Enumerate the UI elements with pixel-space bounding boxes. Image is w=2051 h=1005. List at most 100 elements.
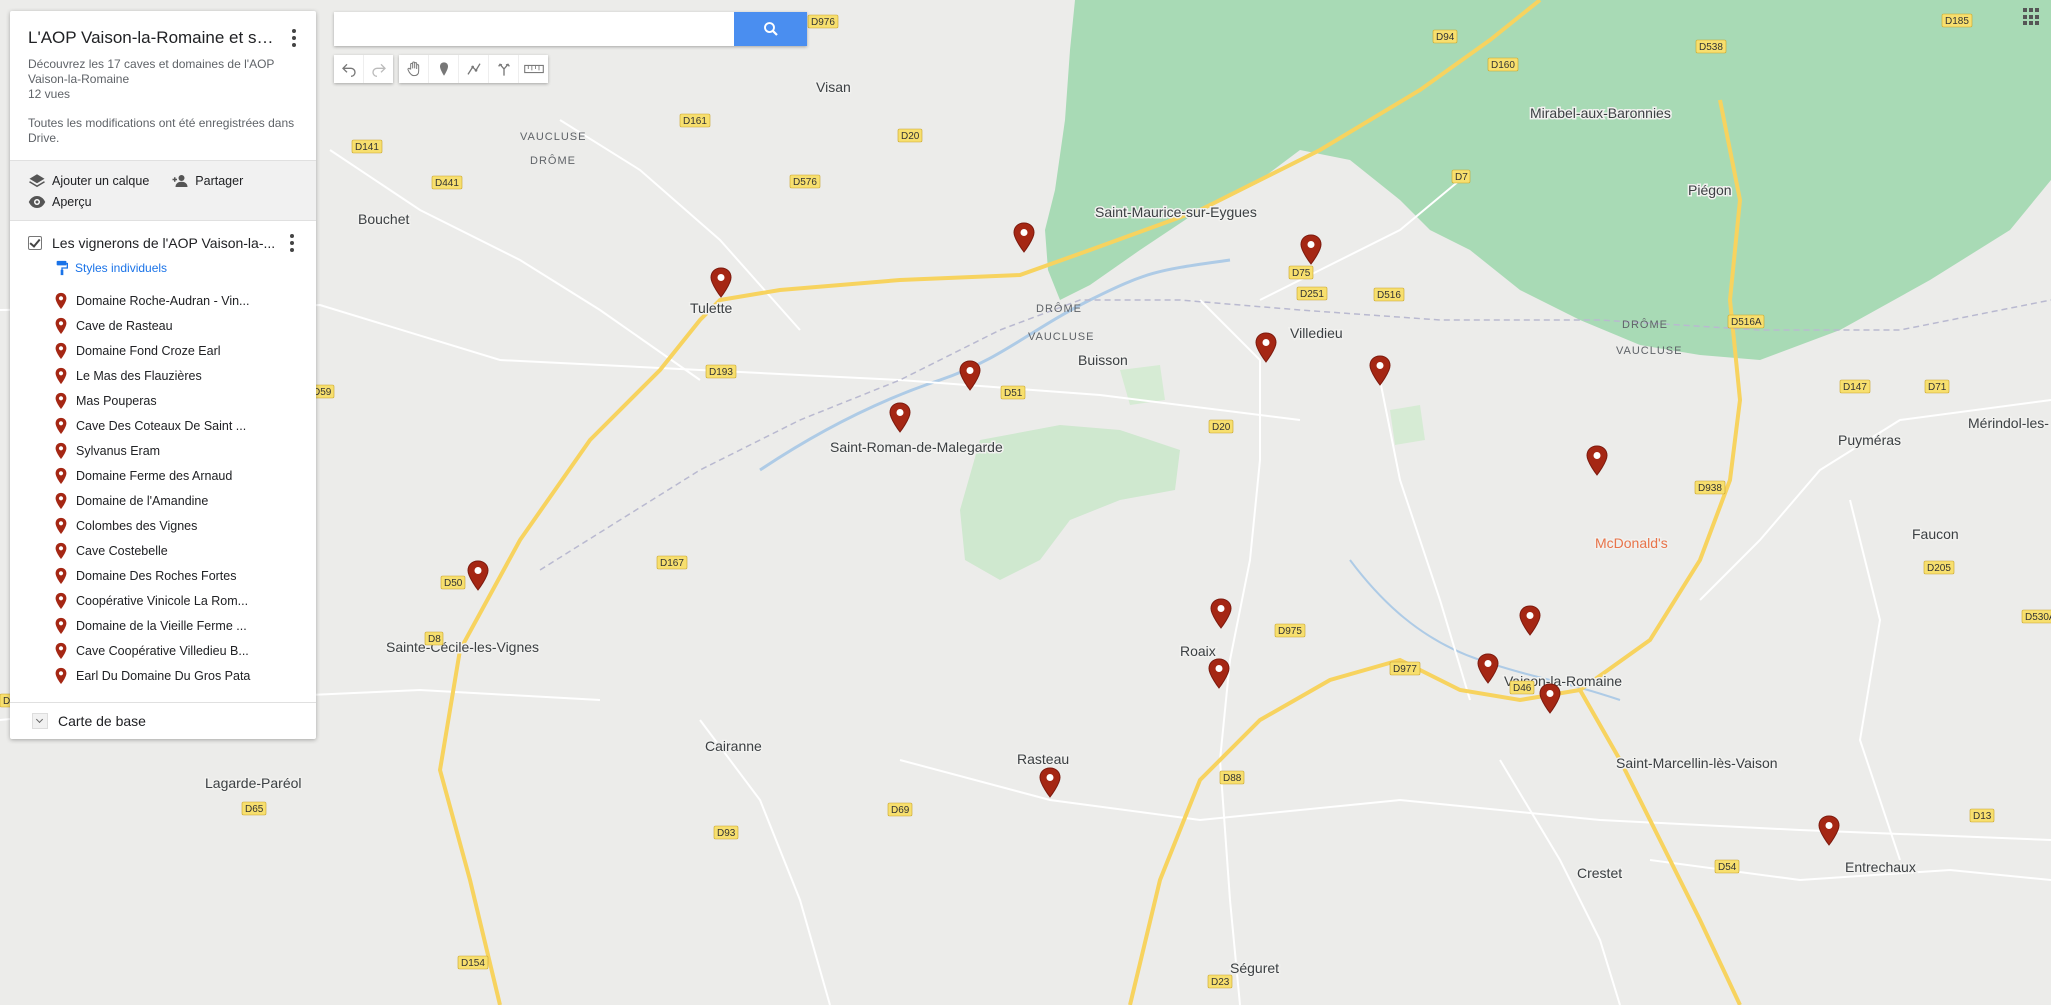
map-marker-icon — [55, 292, 67, 309]
road-shield: D20 — [897, 128, 923, 143]
add-marker-button[interactable] — [429, 55, 459, 83]
svg-text:DRÔME: DRÔME — [1036, 302, 1082, 315]
search-bar — [334, 12, 807, 46]
road-shield: D576 — [789, 174, 821, 189]
place-item[interactable]: Earl Du Domaine Du Gros Pata — [10, 663, 316, 688]
road-shield: D65 — [241, 801, 267, 816]
layer-title[interactable]: Les vignerons de l'AOP Vaison-la-... — [52, 235, 282, 251]
add-marker-icon — [439, 62, 448, 76]
svg-text:Faucon: Faucon — [1912, 526, 1959, 542]
redo-icon — [371, 63, 386, 77]
svg-text:D516A: D516A — [1731, 317, 1762, 328]
map-title[interactable]: L'AOP Vaison-la-Romaine et ses vi... — [28, 28, 278, 48]
place-item[interactable]: Domaine de l'Amandine — [10, 488, 316, 513]
map-marker-icon — [55, 392, 67, 409]
road-shield: D94 — [1432, 29, 1458, 44]
place-item[interactable]: Cave Des Coteaux De Saint ... — [10, 413, 316, 438]
svg-text:Roaix: Roaix — [1180, 643, 1216, 659]
svg-text:Saint-Roman-de-Malegarde: Saint-Roman-de-Malegarde — [830, 439, 1003, 455]
place-name: Domaine Fond Croze Earl — [76, 343, 221, 358]
side-panel: L'AOP Vaison-la-Romaine et ses vi... Déc… — [10, 11, 316, 739]
svg-text:Puyméras: Puyméras — [1838, 432, 1901, 448]
preview-button[interactable]: Aperçu — [28, 193, 92, 211]
svg-text:Mirabel-aux-Baronnies: Mirabel-aux-Baronnies — [1530, 105, 1671, 121]
directions-button[interactable] — [489, 55, 519, 83]
draw-line-button[interactable] — [459, 55, 489, 83]
road-shield: D23 — [1207, 974, 1233, 989]
road-shield: D88 — [1219, 770, 1245, 785]
map-options-button[interactable] — [284, 27, 304, 49]
road-shield: D20 — [1208, 419, 1234, 434]
redo-button[interactable] — [364, 55, 393, 83]
road-shield: D69 — [887, 802, 913, 817]
layer-section: Les vignerons de l'AOP Vaison-la-... Sty… — [10, 221, 316, 694]
svg-text:D161: D161 — [683, 116, 707, 127]
place-item[interactable]: Cave Costebelle — [10, 538, 316, 563]
svg-text:Sainte-Cécile-les-Vignes: Sainte-Cécile-les-Vignes — [386, 639, 539, 655]
map-marker-icon — [55, 417, 67, 434]
svg-text:Entrechaux: Entrechaux — [1845, 859, 1916, 875]
road-shield: D141 — [351, 139, 383, 154]
svg-text:D71: D71 — [1928, 382, 1947, 393]
map-marker-icon — [55, 342, 67, 359]
place-item[interactable]: Domaine Ferme des Arnaud — [10, 463, 316, 488]
road-shield: D71 — [1924, 379, 1950, 394]
layer-options-button[interactable] — [282, 232, 302, 254]
svg-text:D51: D51 — [1004, 388, 1023, 399]
svg-text:D167: D167 — [660, 558, 684, 569]
svg-text:D251: D251 — [1300, 289, 1324, 300]
map-marker-icon — [55, 542, 67, 559]
basemap-section[interactable]: Carte de base — [10, 702, 316, 739]
undo-button[interactable] — [334, 55, 364, 83]
svg-text:Buisson: Buisson — [1078, 352, 1128, 368]
search-input[interactable] — [334, 12, 734, 46]
map-marker-icon — [55, 367, 67, 384]
svg-text:VAUCLUSE: VAUCLUSE — [520, 131, 586, 143]
svg-text:Visan: Visan — [816, 79, 851, 95]
directions-icon — [497, 63, 510, 76]
place-item[interactable]: Domaine Roche-Audran - Vin... — [10, 288, 316, 313]
svg-text:Séguret: Séguret — [1230, 960, 1279, 976]
place-item[interactable]: Coopérative Vinicole La Rom... — [10, 588, 316, 613]
road-shield: D93 — [713, 825, 739, 840]
svg-text:Crestet: Crestet — [1577, 865, 1622, 881]
undo-icon — [341, 63, 356, 77]
map-marker-icon — [55, 467, 67, 484]
place-item[interactable]: Domaine de la Vieille Ferme ... — [10, 613, 316, 638]
svg-text:D65: D65 — [245, 804, 264, 815]
apps-grid-button[interactable] — [2023, 8, 2041, 26]
measure-button[interactable] — [519, 55, 548, 83]
eye-icon — [28, 195, 46, 208]
add-layer-button[interactable]: Ajouter un calque — [28, 172, 149, 190]
place-item[interactable]: Cave Coopérative Villedieu B... — [10, 638, 316, 663]
select-items-button[interactable] — [399, 55, 429, 83]
place-item[interactable]: Mas Pouperas — [10, 388, 316, 413]
svg-text:Lagarde-Paréol: Lagarde-Paréol — [205, 775, 302, 791]
hand-icon — [407, 61, 419, 77]
share-button[interactable]: Partager — [171, 172, 243, 190]
place-name: Sylvanus Eram — [76, 443, 161, 458]
svg-text:D530A: D530A — [2025, 612, 2051, 623]
svg-text:D975: D975 — [1278, 626, 1302, 637]
road-shield: D538 — [1695, 39, 1727, 54]
map-description[interactable]: Découvrez les 17 caves et domaines de l'… — [28, 57, 298, 87]
map-marker-icon — [55, 642, 67, 659]
svg-text:D976: D976 — [811, 17, 835, 28]
map-marker-icon — [55, 567, 67, 584]
svg-text:Cairanne: Cairanne — [705, 738, 762, 754]
search-button[interactable] — [734, 12, 807, 46]
place-item[interactable]: Domaine Des Roches Fortes — [10, 563, 316, 588]
place-item[interactable]: Le Mas des Flauzières — [10, 363, 316, 388]
place-item[interactable]: Colombes des Vignes — [10, 513, 316, 538]
svg-text:DRÔME: DRÔME — [1622, 318, 1668, 331]
place-item[interactable]: Cave de Rasteau — [10, 313, 316, 338]
svg-text:D20: D20 — [1212, 422, 1231, 433]
layer-visibility-checkbox[interactable] — [28, 236, 42, 250]
place-item[interactable]: Domaine Fond Croze Earl — [10, 338, 316, 363]
individual-styles-link[interactable]: Styles individuels — [55, 260, 316, 276]
ruler-icon — [523, 64, 544, 74]
map-views: 12 vues — [28, 87, 71, 101]
place-item[interactable]: Sylvanus Eram — [10, 438, 316, 463]
apps-grid-icon — [2023, 8, 2027, 12]
chevron-down-icon[interactable] — [32, 713, 48, 729]
